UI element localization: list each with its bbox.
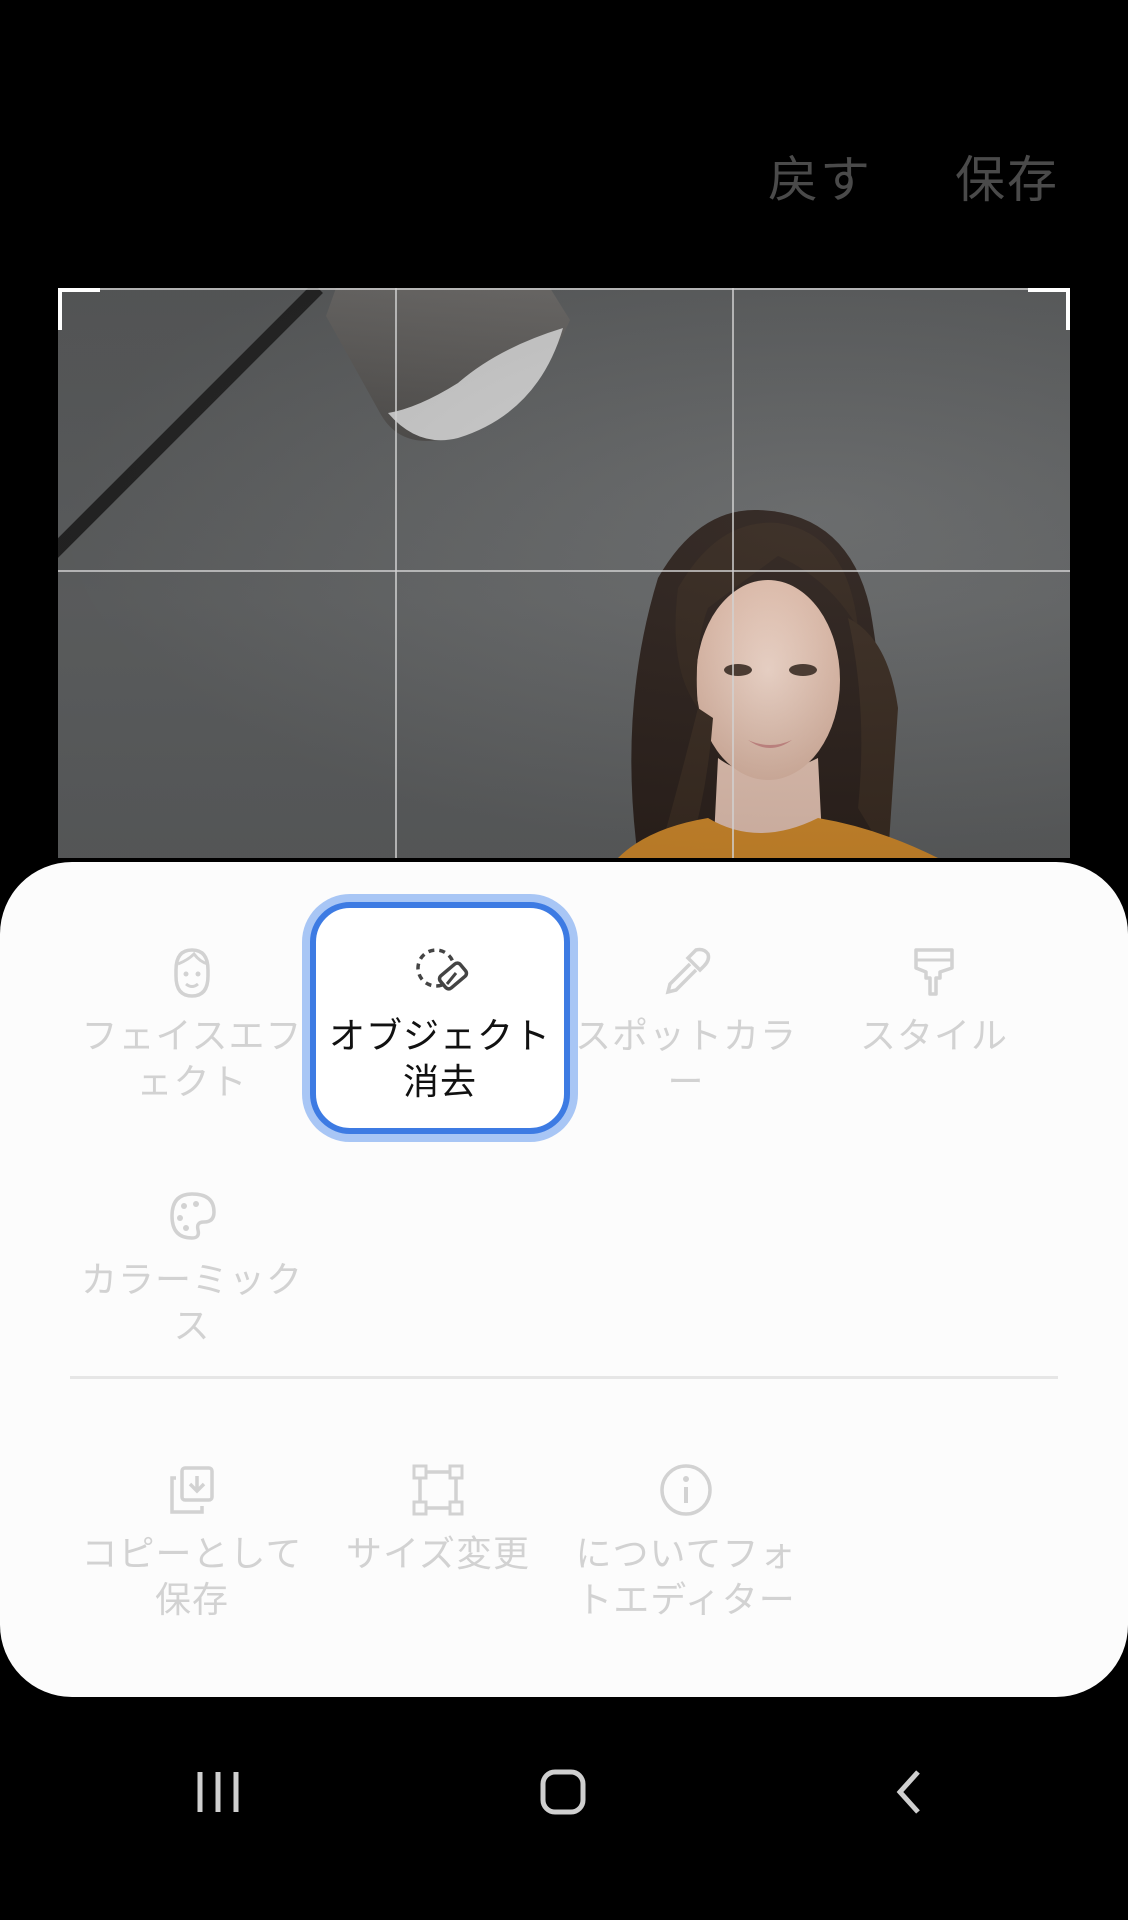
object-eraser-icon — [416, 948, 469, 991]
revert-button[interactable]: 戻す — [768, 140, 872, 212]
recents-icon[interactable] — [188, 1762, 248, 1822]
color-mix-label: カラーミックス — [80, 1260, 303, 1347]
save-as-copy-menu-item[interactable]: コピーとして保存 — [72, 1460, 312, 1624]
color-mix-menu-item[interactable]: カラーミックス — [72, 1186, 312, 1350]
crop-grid-line — [732, 288, 734, 858]
more-options-sheet: フェイスエフェクト オブジェクト消去 スポットカラー スタイル カラーミックス — [0, 862, 1128, 1697]
crop-grid-line — [58, 288, 1070, 290]
object-eraser-menu-item[interactable]: オブジェクト消去 — [310, 902, 570, 1134]
face-effect-label: フェイスエフェクト — [81, 1016, 303, 1103]
style-label: スタイル — [859, 1016, 1008, 1057]
info-icon — [660, 1464, 712, 1516]
resize-icon — [412, 1464, 464, 1516]
back-icon[interactable] — [880, 1762, 940, 1822]
style-menu-item[interactable]: スタイル — [814, 942, 1054, 1060]
spot-color-menu-item[interactable]: スポットカラー — [566, 942, 806, 1106]
save-as-copy-label: コピーとして保存 — [81, 1534, 303, 1621]
resize-menu-item[interactable]: サイズ変更 — [318, 1460, 558, 1578]
face-icon — [174, 948, 210, 998]
face-effect-menu-item[interactable]: フェイスエフェクト — [72, 942, 312, 1106]
crop-handle-top-left[interactable] — [58, 288, 100, 330]
object-eraser-label: オブジェクト消去 — [328, 1016, 551, 1103]
home-icon[interactable] — [533, 1762, 593, 1822]
save-button[interactable]: 保存 — [955, 140, 1059, 212]
about-photo-editor-menu-item[interactable]: についてフォトエディター — [566, 1460, 806, 1624]
spot-color-label: スポットカラー — [574, 1016, 797, 1103]
system-navigation-bar — [0, 1700, 1128, 1920]
crop-grid-line — [395, 288, 397, 858]
resize-label: サイズ変更 — [346, 1534, 530, 1575]
menu-divider — [70, 1376, 1058, 1379]
crop-handle-top-right[interactable] — [1028, 288, 1070, 330]
palette-icon — [170, 1192, 216, 1240]
crop-grid-line — [58, 570, 1070, 572]
top-action-bar: 戻す 保存 — [0, 0, 1128, 280]
save-copy-icon — [170, 1466, 214, 1514]
about-photo-editor-label: についてフォトエディター — [575, 1534, 797, 1621]
paint-brush-icon — [914, 948, 954, 996]
photo-canvas[interactable] — [58, 288, 1070, 858]
eyedropper-icon — [665, 947, 711, 995]
